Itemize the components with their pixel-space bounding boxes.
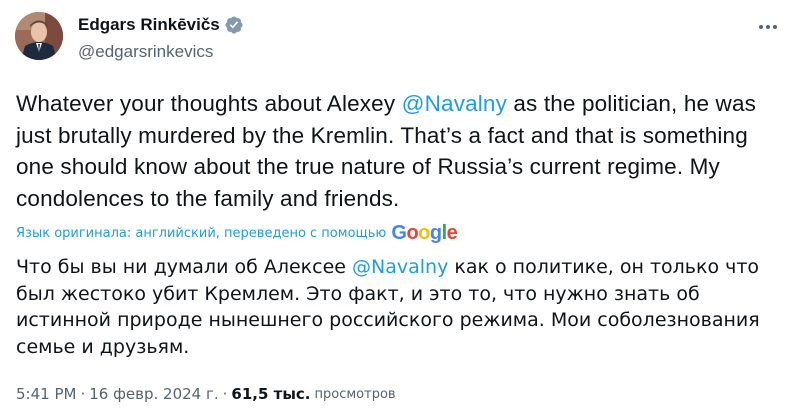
author-name-row: Edgars Rinkēvičs	[78, 13, 244, 37]
timestamp-date[interactable]: 16 февр. 2024 г.	[89, 385, 218, 403]
more-options-icon[interactable]	[756, 15, 780, 39]
meta-separator: ·	[80, 385, 86, 403]
translated-text-part: Что бы вы ни думали об Алексее	[16, 256, 353, 278]
translation-label[interactable]: Язык оригинала: английский, переведено с…	[16, 226, 386, 241]
tweet-text: Whatever your thoughts about Alexey @Nav…	[16, 88, 786, 214]
tweet-meta: 5:41 PM · 16 февр. 2024 г. · 61,5 тыс. п…	[16, 385, 396, 403]
translation-attribution: Язык оригинала: английский, переведено с…	[16, 221, 458, 245]
mention-link[interactable]: @Navalny	[352, 256, 448, 278]
author-handle[interactable]: @edgarsrinkevics	[78, 42, 213, 62]
tweet: Edgars Rinkēvičs @edgarsrinkevics Whatev…	[0, 0, 800, 415]
avatar[interactable]	[15, 12, 63, 60]
google-logo: Google	[391, 222, 458, 244]
views-label: просмотров	[314, 386, 396, 402]
meta-separator: ·	[222, 385, 228, 403]
tweet-text-part: Whatever your thoughts about Alexey	[16, 91, 402, 116]
author-display-name[interactable]: Edgars Rinkēvičs	[78, 15, 220, 35]
timestamp-time[interactable]: 5:41 PM	[16, 385, 76, 403]
views-count[interactable]: 61,5 тыс.	[231, 385, 310, 403]
verified-badge-icon[interactable]	[224, 15, 244, 35]
translated-text: Что бы вы ни думали об Алексее @Navalny …	[16, 254, 786, 360]
mention-link[interactable]: @Navalny	[402, 91, 507, 116]
